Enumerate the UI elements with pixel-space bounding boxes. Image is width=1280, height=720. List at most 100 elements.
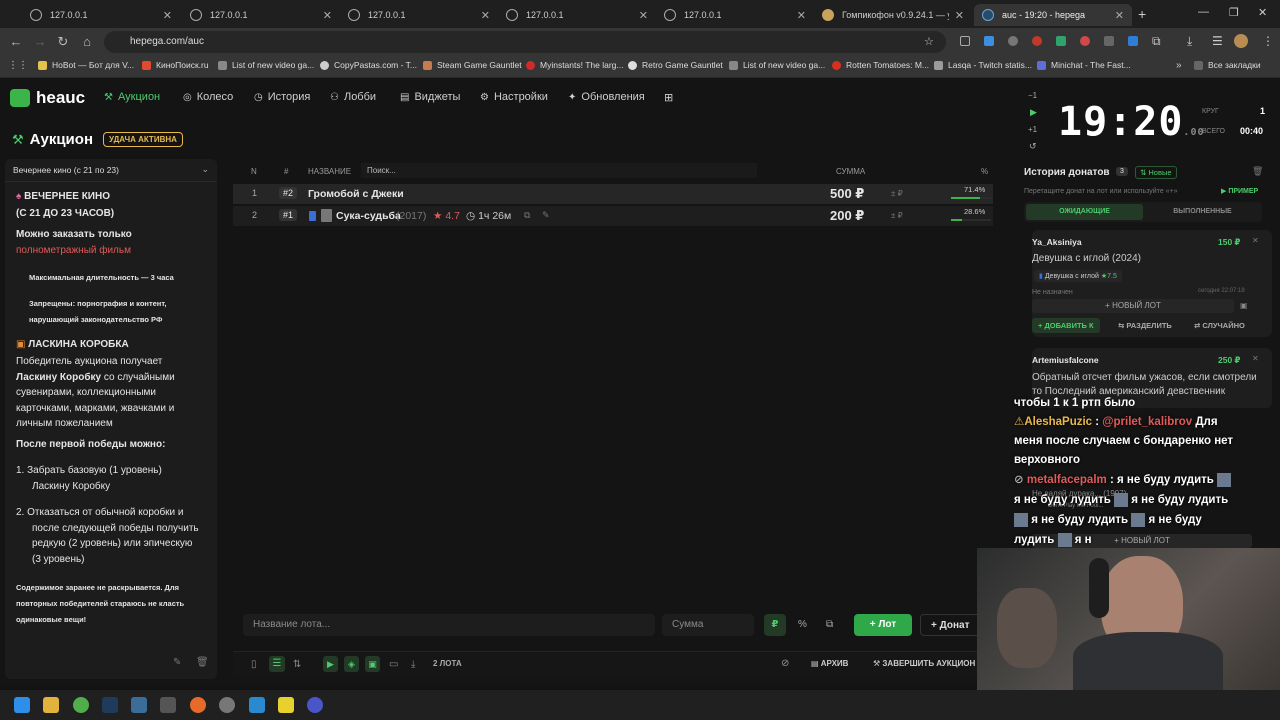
more-bookmarks-icon[interactable]: »: [1176, 60, 1182, 71]
select-icon[interactable]: ▣: [1240, 301, 1248, 310]
maximize-icon[interactable]: ❐: [1229, 6, 1239, 19]
lot-name[interactable]: Громобой с Джеки: [308, 188, 404, 200]
example-button[interactable]: ▶ ПРИМЕР: [1221, 187, 1258, 195]
lot-sum[interactable]: 500 ₽: [830, 186, 864, 202]
extension-icon[interactable]: [984, 36, 994, 46]
bookmark[interactable]: КиноПоиск.ru: [142, 60, 209, 70]
close-icon[interactable]: ✕: [481, 9, 490, 22]
logo[interactable]: heauc: [10, 88, 85, 108]
nav-updates[interactable]: ✦ Обновления: [568, 91, 645, 103]
nav-widgets[interactable]: ▤ Виджеты: [400, 91, 460, 103]
apps-icon[interactable]: ⋮⋮: [8, 60, 28, 71]
steam-icon[interactable]: [102, 697, 118, 713]
all-bookmarks[interactable]: Все закладки: [1194, 60, 1261, 70]
play-icon[interactable]: ▶: [1030, 107, 1037, 118]
browser-tab[interactable]: 127.0.0.1 ✕: [22, 4, 180, 26]
sum-input[interactable]: Сумма: [662, 614, 754, 636]
nav-wheel[interactable]: ◎ Колесо: [183, 91, 233, 103]
browser-tab[interactable]: 127.0.0.1 ✕: [498, 4, 656, 26]
donation-card[interactable]: Ya_Aksiniya 150 ₽ ✕ Девушка с иглой (202…: [1032, 230, 1272, 337]
menu-icon[interactable]: ⋮: [1262, 34, 1274, 48]
trash-icon[interactable]: 🗑: [196, 657, 209, 668]
browser-tab[interactable]: Гомпикофон v0.9.24.1 — упр✕: [814, 4, 972, 26]
app-icon[interactable]: [131, 697, 147, 713]
edit-icon[interactable]: ✎: [173, 657, 181, 668]
lot-sum[interactable]: 200 ₽: [830, 208, 864, 224]
extension-icon[interactable]: [1080, 36, 1090, 46]
bookmark[interactable]: List of new video ga...: [729, 60, 825, 70]
sort-icon[interactable]: ⇅: [293, 659, 301, 670]
close-icon[interactable]: ✕: [1252, 236, 1259, 245]
nav-grid-icon[interactable]: ⊞: [664, 91, 673, 104]
close-icon[interactable]: ✕: [797, 9, 806, 22]
close-icon[interactable]: ✕: [955, 9, 964, 22]
finish-auction-button[interactable]: ⚒ ЗАВЕРШИТЬ АУКЦИОН: [873, 659, 993, 668]
timer-plus-button[interactable]: +1: [1028, 125, 1037, 134]
window-close-icon[interactable]: ✕: [1258, 6, 1267, 19]
game-icon[interactable]: ◈: [344, 656, 359, 672]
search-input[interactable]: Поиск...: [361, 163, 757, 178]
table-row[interactable]: 2 #1 Сука-судьба (2017) ★ 4.7 ◷ 1ч 26м ⧉…: [233, 206, 993, 226]
extension-icon[interactable]: [1008, 36, 1018, 46]
add-sum-button[interactable]: ± ₽: [891, 189, 903, 198]
reload-icon[interactable]: ↻: [55, 34, 71, 50]
back-icon[interactable]: ←: [8, 34, 24, 49]
lot-name-input[interactable]: Название лота...: [243, 614, 655, 636]
add-to-button[interactable]: + ДОБАВИТЬ К: [1032, 318, 1100, 333]
nav-auction[interactable]: ⚒ Аукцион: [104, 91, 160, 103]
home-icon[interactable]: ⌂: [79, 34, 95, 49]
extension-icon[interactable]: [1128, 36, 1138, 46]
avatar[interactable]: [1234, 34, 1248, 48]
copy-icon[interactable]: ⧉: [826, 619, 833, 630]
url-input[interactable]: hepega.com/auc: [104, 31, 946, 53]
eye-off-icon[interactable]: ⊘: [781, 658, 789, 669]
new-lot-button[interactable]: + НОВЫЙ ЛОТ: [1032, 299, 1234, 313]
bookmark[interactable]: Rotten Tomatoes: M...: [832, 60, 929, 70]
chrome-icon[interactable]: [73, 697, 89, 713]
bookmark[interactable]: List of new video ga...: [218, 60, 314, 70]
trash-icon[interactable]: 🗑: [1252, 166, 1263, 177]
archive-button[interactable]: ▤ АРХИВ: [811, 659, 848, 668]
app-icon[interactable]: [278, 697, 294, 713]
extension-icon[interactable]: [1056, 36, 1066, 46]
external-link-icon[interactable]: ⧉: [524, 210, 530, 221]
tab-waiting[interactable]: ОЖИДАЮЩИЕ: [1026, 204, 1143, 220]
browser-tab[interactable]: 127.0.0.1 ✕: [340, 4, 498, 26]
bookmark[interactable]: Minichat - The Fast...: [1037, 60, 1131, 70]
bookmark[interactable]: CopyPastas.com - T...: [320, 60, 417, 70]
nav-settings[interactable]: ⚙ Настройки: [480, 91, 548, 103]
video-icon[interactable]: ▶: [323, 656, 338, 672]
minimize-icon[interactable]: —: [1198, 6, 1209, 18]
forward-icon[interactable]: →: [32, 34, 48, 49]
close-icon[interactable]: ✕: [323, 9, 332, 22]
new-filter[interactable]: ⇅ Новые: [1135, 166, 1177, 179]
bookmark[interactable]: Myinstants! The larg...: [526, 60, 623, 70]
download-icon[interactable]: ⤓: [1187, 34, 1192, 49]
bookmark[interactable]: Retro Game Gauntlet: [628, 60, 723, 70]
app-icon[interactable]: [307, 697, 323, 713]
close-icon[interactable]: ✕: [163, 9, 172, 22]
bookmark[interactable]: HoBot — Бот для V...: [38, 60, 134, 70]
extension-icon[interactable]: [1104, 36, 1114, 46]
obs-icon[interactable]: [219, 697, 235, 713]
star-icon[interactable]: ☆: [924, 35, 934, 48]
bookmark[interactable]: Steam Game Gauntlet: [423, 60, 522, 70]
tab-done[interactable]: ВЫПОЛНЕННЫЕ: [1145, 204, 1260, 220]
browser-tab-active[interactable]: auc - 19:20 - hepega ✕: [974, 4, 1132, 26]
random-button[interactable]: ⇄ СЛУЧАЙНО: [1194, 321, 1245, 330]
layout-icon[interactable]: ▯: [251, 659, 257, 670]
terminal-icon[interactable]: [160, 697, 176, 713]
browser-tab[interactable]: 127.0.0.1 ✕: [182, 4, 340, 26]
extension-icon[interactable]: [1032, 36, 1042, 46]
puzzle-icon[interactable]: ⧉: [1152, 34, 1161, 49]
firefox-icon[interactable]: [190, 697, 206, 713]
nav-history[interactable]: ◷ История: [254, 91, 310, 103]
close-icon[interactable]: ✕: [1252, 354, 1259, 363]
split-button[interactable]: ⇆ РАЗДЕЛИТЬ: [1118, 321, 1172, 330]
edit-icon[interactable]: ✎: [542, 210, 550, 221]
sidebar-icon[interactable]: ☰: [1212, 34, 1223, 48]
currency-rub-toggle[interactable]: ₽: [764, 614, 786, 636]
table-row[interactable]: 1 #2 Громобой с Джеки 500 ₽ ± ₽ 71.4%: [233, 184, 993, 204]
windows-start-icon[interactable]: [14, 697, 30, 713]
close-icon[interactable]: ✕: [1115, 9, 1124, 22]
